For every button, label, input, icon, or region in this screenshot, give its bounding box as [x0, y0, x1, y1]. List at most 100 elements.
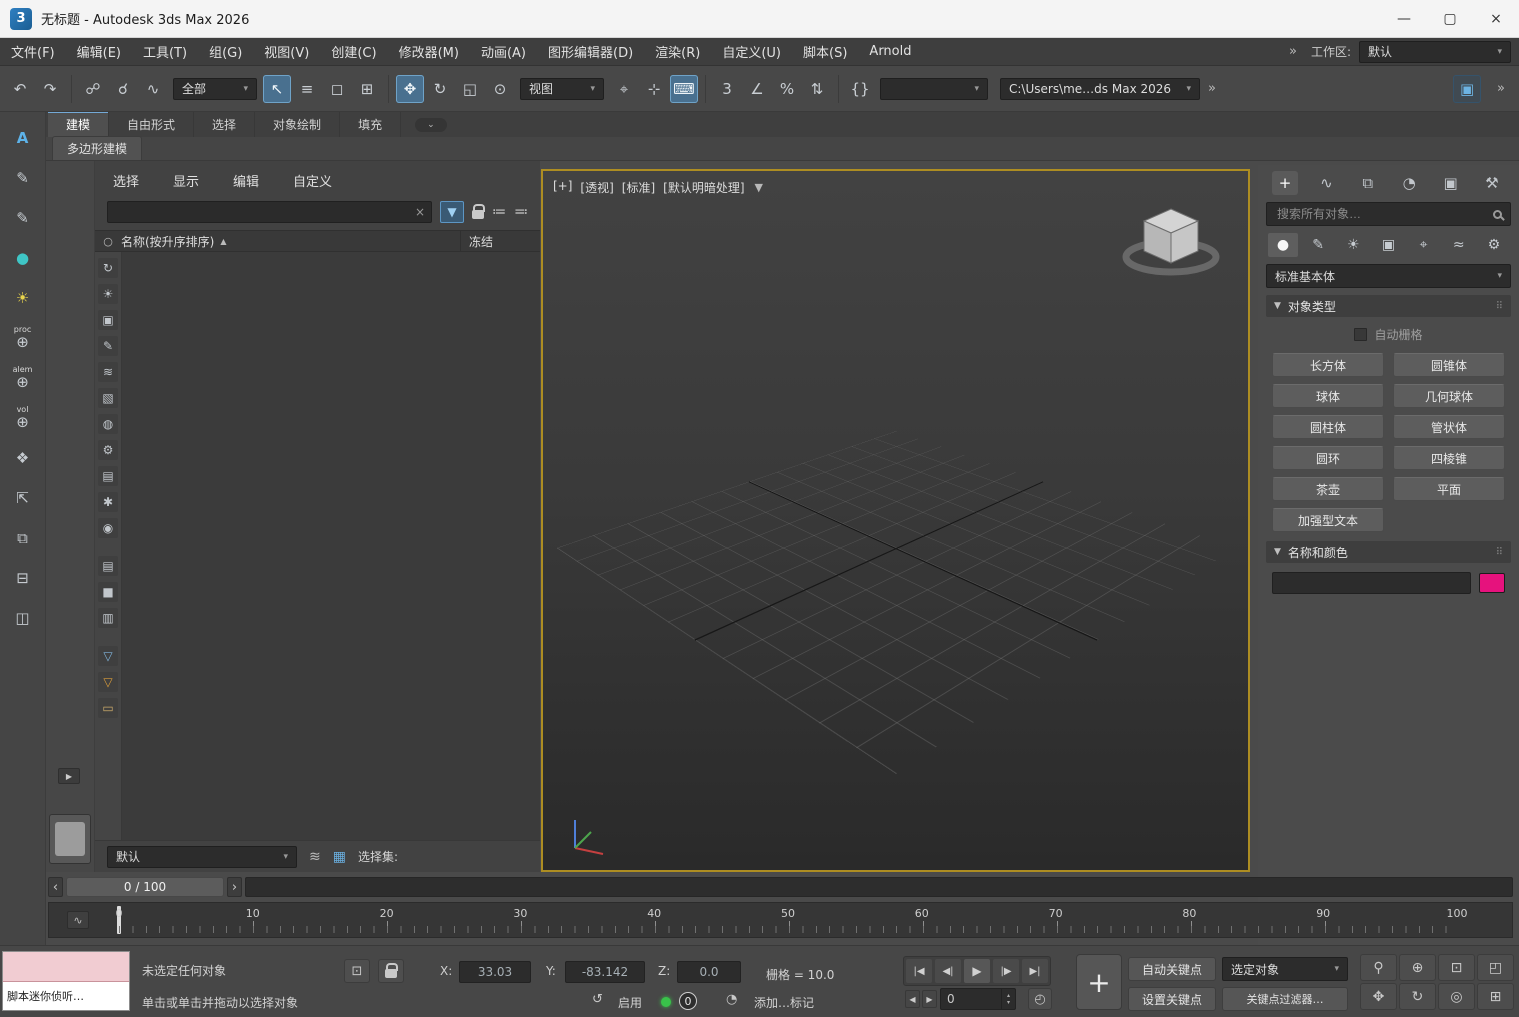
explorer-display-filter-icon[interactable]: ▽: [98, 646, 118, 666]
create-category-icon[interactable]: ☀: [1338, 233, 1368, 257]
clear-search-icon[interactable]: ×: [411, 205, 425, 219]
primitive-button[interactable]: 长方体: [1272, 353, 1384, 377]
explorer-flat-view-icon[interactable]: ≕: [514, 204, 528, 220]
explorer-display-filter-icon[interactable]: ▽: [98, 672, 118, 692]
time-configuration-icon[interactable]: ◴: [1028, 988, 1052, 1010]
viewport-filter-icon[interactable]: ▼: [755, 181, 763, 194]
left-toolbar-icon[interactable]: vol ⊕: [6, 400, 40, 436]
autogrid-checkbox[interactable]: [1354, 328, 1367, 341]
explorer-search-field[interactable]: ×: [107, 201, 432, 223]
explorer-footer-grid-icon[interactable]: ▦: [333, 849, 346, 865]
create-category-icon[interactable]: ▣: [1373, 233, 1403, 257]
menu-item[interactable]: Arnold: [858, 44, 922, 59]
create-category-icon[interactable]: ⚙: [1479, 233, 1509, 257]
left-toolbar-icon[interactable]: proc ⊕: [6, 320, 40, 356]
rollout-object-type[interactable]: ▼ 对象类型 ⠿: [1266, 295, 1511, 317]
create-category-icon[interactable]: ⌖: [1409, 233, 1439, 257]
left-toolbar-icon[interactable]: ⊟: [6, 560, 40, 596]
auto-key-button[interactable]: 自动关键点: [1128, 957, 1216, 981]
select-and-place-icon[interactable]: ⊙: [486, 75, 514, 103]
unlink-selection-icon[interactable]: ☌: [109, 75, 137, 103]
menu-item[interactable]: 渲染(R): [644, 42, 711, 61]
previous-frame-small-button[interactable]: ◀: [905, 990, 920, 1008]
layout-thumbnail[interactable]: [49, 814, 91, 864]
viewport-nav-icon[interactable]: ◰: [1477, 954, 1514, 981]
maxscript-mini-listener[interactable]: 脚本迷你侦听…: [2, 951, 130, 1011]
previous-frame-button[interactable]: ‹: [48, 877, 63, 897]
spinner-snap-icon[interactable]: ⇅: [803, 75, 831, 103]
primitive-button[interactable]: 球体: [1272, 384, 1384, 408]
explorer-filter-icon[interactable]: ▼: [440, 201, 464, 223]
primitive-button[interactable]: 管状体: [1393, 415, 1505, 439]
explorer-display-filter-icon[interactable]: ↻: [98, 258, 118, 278]
primitive-button[interactable]: 圆环: [1272, 446, 1384, 470]
viewport-label[interactable]: [默认明暗处理]: [663, 179, 744, 196]
close-button[interactable]: ×: [1473, 0, 1519, 37]
left-toolbar-icon[interactable]: ✎: [6, 200, 40, 236]
explorer-menu-item[interactable]: 显示: [173, 171, 199, 190]
key-selection-dropdown[interactable]: 选定对象 ▾: [1222, 957, 1348, 981]
next-frame-button[interactable]: ›: [227, 877, 242, 897]
viewport-nav-icon[interactable]: ◎: [1438, 983, 1475, 1010]
panel-search-field[interactable]: [1266, 202, 1511, 226]
key-filters-button[interactable]: 关键点过滤器…: [1222, 987, 1348, 1011]
explorer-object-list[interactable]: [122, 252, 540, 840]
ribbon-subtab-polygon-modeling[interactable]: 多边形建模: [52, 136, 142, 160]
use-pivot-center-icon[interactable]: ⌖: [610, 75, 638, 103]
select-and-link-icon[interactable]: ☍: [79, 75, 107, 103]
create-category-icon[interactable]: ≈: [1444, 233, 1474, 257]
minimize-button[interactable]: —: [1381, 0, 1427, 37]
layout-flyout-button[interactable]: ▶: [58, 768, 80, 784]
playback-button[interactable]: ▶|: [1022, 959, 1048, 983]
playback-cache-icon[interactable]: ↺: [592, 992, 603, 1007]
frame-spinner[interactable]: ▴ ▾: [1001, 989, 1015, 1009]
menu-item[interactable]: 工具(T): [132, 42, 198, 61]
toolbar-overflow-icon[interactable]: »: [1491, 81, 1511, 96]
bind-to-spacewarp-icon[interactable]: ∿: [139, 75, 167, 103]
set-key-big-button[interactable]: +: [1076, 954, 1122, 1010]
redo-icon[interactable]: ↷: [36, 75, 64, 103]
explorer-display-filter-icon[interactable]: ⚙: [98, 440, 118, 460]
left-toolbar-icon[interactable]: ◫: [6, 600, 40, 636]
project-folder-dropdown[interactable]: C:\Users\me…ds Max 2026 ▾: [1000, 78, 1200, 100]
menu-item[interactable]: 脚本(S): [792, 42, 858, 61]
current-frame-field[interactable]: ▴ ▾: [940, 988, 1016, 1010]
object-name-input[interactable]: [1272, 572, 1471, 594]
left-toolbar-icon[interactable]: ●: [6, 240, 40, 276]
spinner-down-icon[interactable]: ▾: [1002, 999, 1015, 1006]
frame-scale[interactable]: 0102030405060708090100: [119, 903, 1457, 937]
ribbon-tab[interactable]: 建模: [48, 112, 109, 137]
z-coordinate-field[interactable]: [677, 961, 741, 983]
toggle-column-header-icon[interactable]: ○: [95, 235, 121, 248]
primitive-button[interactable]: 圆柱体: [1272, 415, 1384, 439]
time-slider[interactable]: 0 / 100: [66, 877, 224, 897]
explorer-display-filter-icon[interactable]: ◍: [98, 414, 118, 434]
x-coordinate-field[interactable]: [459, 961, 531, 983]
left-toolbar-icon[interactable]: ❖: [6, 440, 40, 476]
menu-item[interactable]: 文件(F): [0, 42, 66, 61]
rectangular-selection-region-icon[interactable]: ◻: [323, 75, 351, 103]
primitive-button[interactable]: 四棱锥: [1393, 446, 1505, 470]
ribbon-tab[interactable]: 对象绘制: [255, 112, 340, 137]
isolate-selection-icon[interactable]: ⊡: [344, 959, 370, 983]
selection-filter-dropdown[interactable]: 全部 ▾: [173, 78, 257, 100]
explorer-search-input[interactable]: [114, 204, 411, 220]
menu-item[interactable]: 修改器(M): [388, 42, 470, 61]
primitive-button[interactable]: 几何球体: [1393, 384, 1505, 408]
frozen-column-header[interactable]: 冻结: [460, 231, 540, 251]
time-tag-icon[interactable]: ◔: [726, 992, 737, 1007]
create-category-icon[interactable]: ●: [1268, 233, 1298, 257]
name-column-header[interactable]: 名称(按升序排序) ▲: [121, 233, 460, 250]
playback-button[interactable]: |◀: [906, 959, 932, 983]
ribbon-tab[interactable]: 自由形式: [109, 112, 194, 137]
viewport-label[interactable]: [透视]: [580, 179, 613, 196]
viewport-nav-icon[interactable]: ⊡: [1438, 954, 1475, 981]
subcategory-dropdown[interactable]: 标准基本体 ▾: [1266, 264, 1511, 288]
menu-item[interactable]: 动画(A): [470, 42, 537, 61]
menu-item[interactable]: 创建(C): [320, 42, 387, 61]
select-and-manipulate-icon[interactable]: ⊹: [640, 75, 668, 103]
named-selection-dropdown[interactable]: ▾: [880, 78, 988, 100]
viewport-nav-icon[interactable]: ⊞: [1477, 983, 1514, 1010]
primitive-button[interactable]: 圆锥体: [1393, 353, 1505, 377]
undo-icon[interactable]: ↶: [6, 75, 34, 103]
